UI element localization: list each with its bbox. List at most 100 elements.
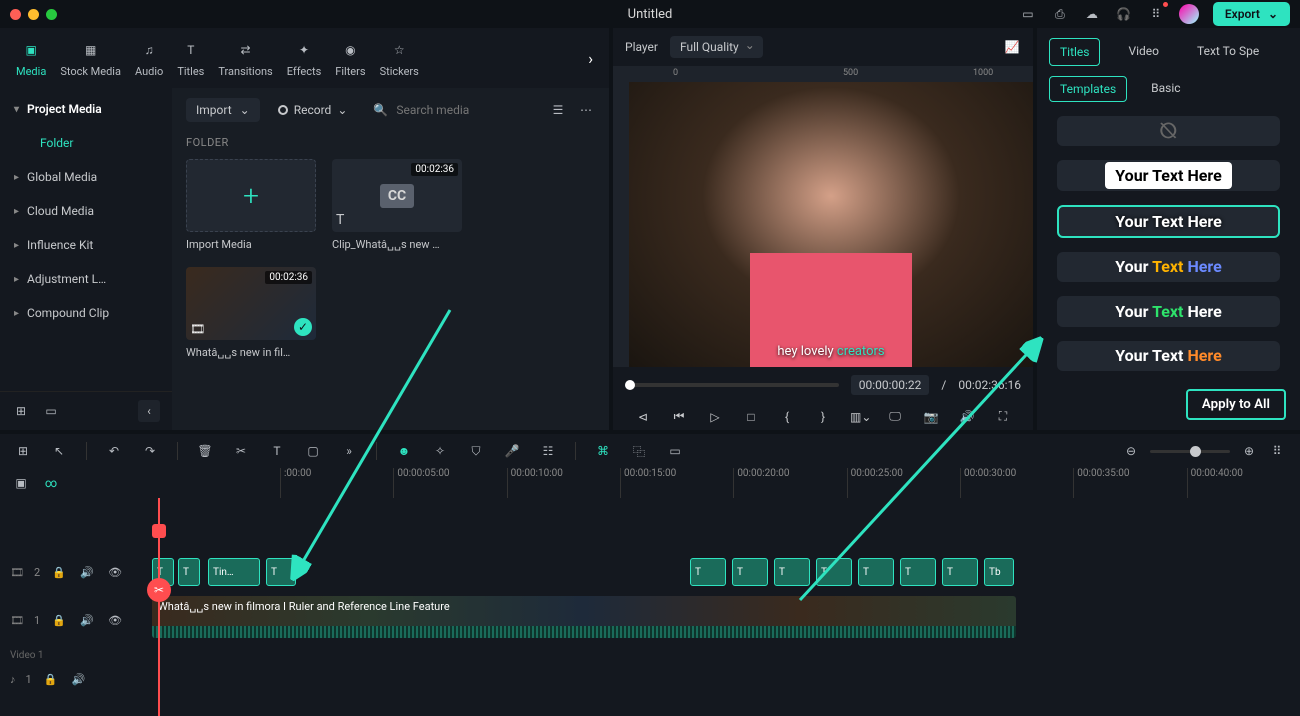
text-clip[interactable]: T — [732, 558, 768, 586]
tv-icon[interactable]: 🖵 — [886, 409, 904, 424]
visibility-icon[interactable]: 👁 — [106, 611, 124, 629]
new-folder-icon[interactable]: ⊞ — [12, 402, 30, 420]
text-clip[interactable]: T — [178, 558, 200, 586]
mark-out-icon[interactable]: } — [814, 410, 832, 424]
split-button[interactable]: ✂ — [147, 578, 171, 602]
inspector-tab-titles[interactable]: Titles — [1049, 38, 1100, 66]
lock-icon[interactable]: 🔒 — [50, 611, 68, 629]
mark-in-icon[interactable]: { — [778, 410, 796, 424]
zoom-slider[interactable] — [1150, 450, 1230, 453]
magnet-icon[interactable]: ⌘ — [594, 442, 612, 460]
playhead-handle[interactable] — [152, 524, 166, 538]
tab-transitions[interactable]: ⇄Transitions — [218, 39, 272, 78]
inspector-tab-tts[interactable]: Text To Spe — [1187, 38, 1269, 66]
title-template-none[interactable]: ⦰ — [1057, 116, 1280, 146]
mic-icon[interactable]: 🎤 — [503, 442, 521, 460]
more-tools-icon[interactable]: » — [340, 442, 358, 460]
sparkle-icon[interactable]: ✧ — [431, 442, 449, 460]
text-clip[interactable]: T — [942, 558, 978, 586]
title-template-5[interactable]: Your Text Here — [1057, 341, 1280, 371]
cloud-upload-icon[interactable]: ☁ — [1083, 5, 1101, 23]
marker-icon[interactable]: ▭ — [666, 442, 684, 460]
title-template-2[interactable]: Your Text Here — [1057, 205, 1280, 238]
media-clip-video[interactable]: 00:02:36 🎞 ✓ Whatâ␣␣s new in fil… — [186, 267, 316, 359]
apply-to-all-button[interactable]: Apply to All — [1186, 389, 1286, 420]
text-clip[interactable]: T — [266, 558, 296, 586]
tab-audio[interactable]: ♫Audio — [135, 39, 163, 78]
sidebar-influence-kit[interactable]: ▸Influence Kit — [0, 228, 172, 262]
text-clip[interactable]: T — [858, 558, 894, 586]
mute-icon[interactable]: 🔊 — [70, 670, 88, 688]
link-icon[interactable]: ∞ — [42, 474, 60, 492]
volume-icon[interactable]: 🔊 — [958, 410, 976, 424]
text-clip[interactable]: T b — [984, 558, 1014, 586]
save-icon[interactable]: ⎙ — [1051, 5, 1069, 23]
select-tool-icon[interactable]: ↖ — [50, 442, 68, 460]
record-dropdown[interactable]: Record⌄ — [270, 98, 356, 122]
headset-icon[interactable]: 🎧 — [1115, 5, 1133, 23]
zoom-out-icon[interactable]: ⊖ — [1122, 442, 1140, 460]
filter-icon[interactable]: ☰ — [549, 101, 567, 119]
tab-media[interactable]: ▣Media — [16, 39, 46, 78]
step-back-icon[interactable]: ⏮ — [670, 409, 688, 424]
stop-icon[interactable]: □ — [742, 410, 760, 424]
view-mode-icon[interactable]: ⠿ — [1268, 442, 1286, 460]
playhead[interactable]: ✂ — [158, 498, 160, 716]
layout-icon[interactable]: ▭ — [1019, 5, 1037, 23]
cut-tool-icon[interactable]: ✂ — [232, 442, 250, 460]
shield-icon[interactable]: ⛉ — [467, 442, 485, 460]
preview-canvas[interactable]: 05001000 hey lovely creators — [613, 66, 1033, 367]
prev-frame-icon[interactable]: ⊲ — [634, 410, 652, 424]
ai-icon[interactable]: ☻ — [395, 442, 413, 460]
tabs-scroll-right[interactable]: › — [588, 49, 593, 68]
playback-progress[interactable] — [625, 383, 839, 387]
text-clip[interactable]: T — [690, 558, 726, 586]
apps-icon[interactable]: ⠿ — [1147, 5, 1165, 23]
export-button[interactable]: Export ⌄ — [1213, 2, 1290, 26]
ratio-icon[interactable]: ▥⌄ — [850, 410, 868, 424]
media-clip-cc[interactable]: 00:02:36 CC T Clip_Whatâ␣␣s new … — [332, 159, 462, 251]
sidebar-global-media[interactable]: ▸Global Media — [0, 160, 172, 194]
title-template-3[interactable]: Your Text Here — [1057, 252, 1280, 282]
minimize-window-icon[interactable] — [28, 9, 39, 20]
snapshot-icon[interactable]: 📷 — [922, 410, 940, 424]
zoom-in-icon[interactable]: ⊕ — [1240, 442, 1258, 460]
import-media-card[interactable]: + Import Media — [186, 159, 316, 251]
collapse-sidebar-button[interactable]: ‹ — [138, 400, 160, 422]
inspector-tab-video[interactable]: Video — [1118, 38, 1169, 66]
time-ruler[interactable]: :00:00 00:00:05:00 00:00:10:00 00:00:15:… — [280, 468, 1300, 498]
progress-handle[interactable] — [625, 380, 635, 390]
tab-stickers[interactable]: ☆Stickers — [380, 39, 419, 78]
sidebar-project-media[interactable]: ▾Project Media — [0, 92, 172, 126]
import-dropdown[interactable]: Import⌄ — [186, 98, 260, 122]
text-clip[interactable]: T in… — [208, 558, 260, 586]
quality-select[interactable]: Full Quality — [670, 36, 763, 58]
crop-icon[interactable]: ▢ — [304, 442, 322, 460]
maximize-window-icon[interactable] — [46, 9, 57, 20]
sidebar-cloud-media[interactable]: ▸Cloud Media — [0, 194, 172, 228]
fullscreen-icon[interactable]: ⛶ — [994, 409, 1012, 424]
more-icon[interactable]: ⋯ — [577, 101, 595, 119]
title-template-1[interactable]: Your Text Here — [1057, 160, 1280, 190]
tab-titles[interactable]: TTitles — [177, 39, 204, 78]
title-template-4[interactable]: Your Text Here — [1057, 296, 1280, 326]
play-icon[interactable]: ▷ — [706, 410, 724, 424]
subtab-basic[interactable]: Basic — [1141, 76, 1190, 102]
group-icon[interactable]: ⿻ — [630, 442, 648, 460]
lock-icon[interactable]: 🔒 — [50, 563, 68, 581]
search-input[interactable] — [396, 103, 496, 117]
undo-icon[interactable]: ↶ — [105, 442, 123, 460]
track-options-icon[interactable]: ▣ — [12, 474, 30, 492]
redo-icon[interactable]: ↷ — [141, 442, 159, 460]
tab-stock-media[interactable]: ▦Stock Media — [60, 39, 121, 78]
sidebar-compound-clip[interactable]: ▸Compound Clip — [0, 296, 172, 330]
visibility-icon[interactable]: 👁 — [106, 563, 124, 581]
layout-tool-icon[interactable]: ⊞ — [14, 442, 32, 460]
user-avatar[interactable] — [1179, 4, 1199, 24]
tab-effects[interactable]: ✦Effects — [287, 39, 322, 78]
subtab-templates[interactable]: Templates — [1049, 76, 1127, 102]
mute-icon[interactable]: 🔊 — [78, 611, 96, 629]
close-window-icon[interactable] — [10, 9, 21, 20]
lock-icon[interactable]: 🔒 — [42, 670, 60, 688]
delete-icon[interactable]: 🗑 — [196, 442, 214, 460]
